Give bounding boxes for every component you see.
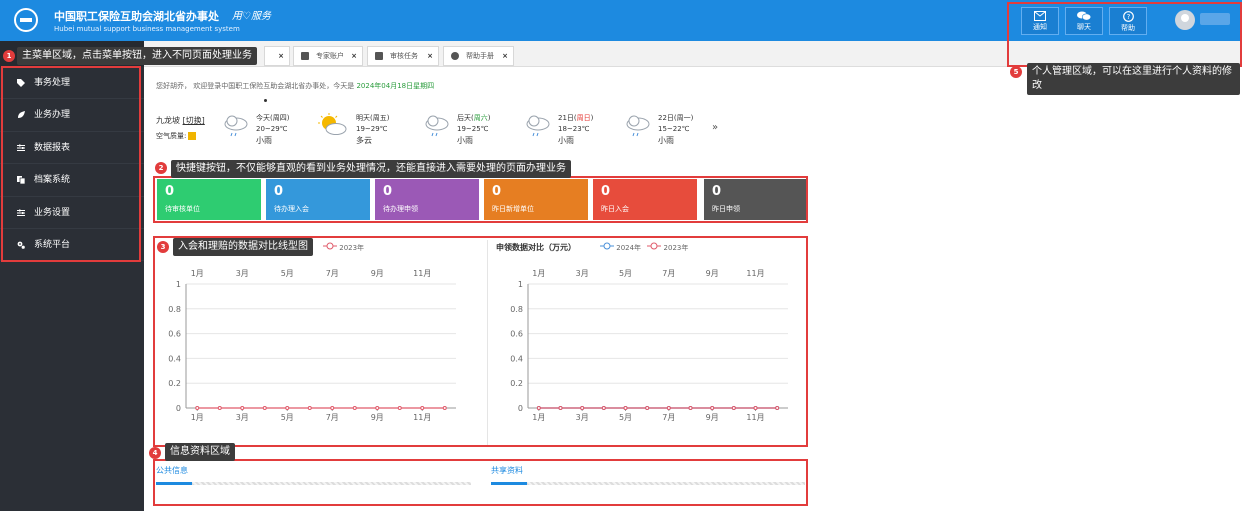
annotation-number: 2 [155,162,167,174]
weather-cond: 小雨 [558,136,574,145]
annotation-box-info [153,459,808,506]
weather-day: 今天(周四) [256,114,290,122]
annotation-box-profile [1007,2,1242,67]
annotation-number: 4 [149,447,161,459]
weather-city: 九龙坡 [切换] [156,115,205,126]
welcome-line: 您好胡乔， 欢迎登录中国职工保险互助会湖北省办事处，今天是 2024年04月18… [156,81,434,91]
weather-cond: 小雨 [658,136,674,145]
tab-label: 审核任务 [390,52,418,60]
close-icon[interactable]: × [278,47,284,65]
close-icon[interactable]: × [502,47,508,65]
weather-day-weekend: 周六 [473,114,488,122]
weather-temp: 19~29℃ [356,125,388,133]
close-icon[interactable]: × [351,47,357,65]
weather-temp: 15~22℃ [658,125,690,133]
weather-temp: 20~29℃ [256,125,288,133]
tab-hidden[interactable]: × [264,46,290,66]
greeting: 您好胡乔， [156,82,191,90]
rain-cloud-icon [425,115,449,137]
sun-cloud-icon [318,113,347,135]
annotation-callout-info: 信息资料区域 [165,443,235,461]
air-quality-icon [188,132,197,140]
tab-expert-account[interactable]: 专家账户 × [293,46,363,66]
air-quality: 空气质量: [156,131,197,141]
weather-day: 后天(周六) [457,113,490,124]
weather-day-suffix: ) [590,114,594,122]
weather-day: 21日(周日) [558,113,593,124]
annotation-number: 5 [1010,66,1022,78]
weather-day-3: 21日(周日) 18~23℃ 小雨 [558,113,593,146]
rain-cloud-icon [626,115,650,137]
welcome-text: 欢迎登录中国职工保险互助会湖北省办事处，今天是 [193,82,355,90]
close-icon[interactable]: × [427,47,433,65]
box-icon [301,52,309,60]
annotation-box-menu [1,66,141,262]
tab-review-tasks[interactable]: 审核任务 × [367,46,439,66]
annotation-callout-charts: 入会和理赔的数据对比线型图 [173,238,313,256]
weather-day-1: 明天(周五) 19~29℃ 多云 [356,113,389,146]
annotation-box-cards [153,176,808,223]
annotation-number: 3 [157,241,169,253]
weather-day-2: 后天(周六) 19~25℃ 小雨 [457,113,490,146]
annotation-callout-cards: 快捷键按钮，不仅能够直观的看到业务处理情况，还能直接进入需要处理的页面办理业务 [171,160,571,178]
app-title: 中国职工保险互助会湖北省办事处 [54,10,219,23]
tab-help-manual[interactable]: 帮助手册 × [443,46,514,66]
weather-day-weekend: 周日 [576,114,591,122]
annotation-number: 1 [3,50,15,62]
annotation-callout-menu: 主菜单区域，点击菜单按钮，进入不同页面处理业务 [17,47,257,65]
weather-day-prefix: 后天( [457,114,474,122]
weather-day-prefix: 21日( [558,114,577,122]
weather-cond: 多云 [356,136,372,145]
rain-cloud-icon [224,115,248,137]
switch-city-link[interactable]: [切换] [183,116,205,125]
tab-label: 帮助手册 [466,52,494,60]
weather-day: 明天(周五) [356,114,390,122]
logo-icon [14,8,38,32]
rain-cloud-icon [526,115,550,137]
weather-more-button[interactable]: » [712,122,718,133]
city-name: 九龙坡 [156,116,180,125]
weather-day: 22日(周一) [658,114,694,122]
weather-temp: 18~23℃ [558,125,590,133]
question-icon [451,52,459,60]
app-slogan: 用♡服务 [232,11,271,22]
today-date: 2024年04月18日星期四 [356,82,435,90]
annotation-callout-profile: 个人管理区域，可以在这里进行个人资料的修改 [1027,63,1240,95]
weather-cond: 小雨 [256,136,272,145]
weather-day-0: 今天(周四) 20~29℃ 小雨 [256,113,289,146]
tab-label: 专家账户 [316,52,344,60]
box-icon [375,52,383,60]
annotation-box-charts [153,236,808,447]
decorative-dot [264,99,267,102]
weather-day-suffix: ) [487,114,491,122]
app-subtitle: Hubei mutual support business management… [54,25,240,33]
air-quality-label: 空气质量: [156,132,187,140]
weather-cond: 小雨 [457,136,473,145]
weather-day-4: 22日(周一) 15~22℃ 小雨 [658,113,693,146]
weather-temp: 19~25℃ [457,125,489,133]
